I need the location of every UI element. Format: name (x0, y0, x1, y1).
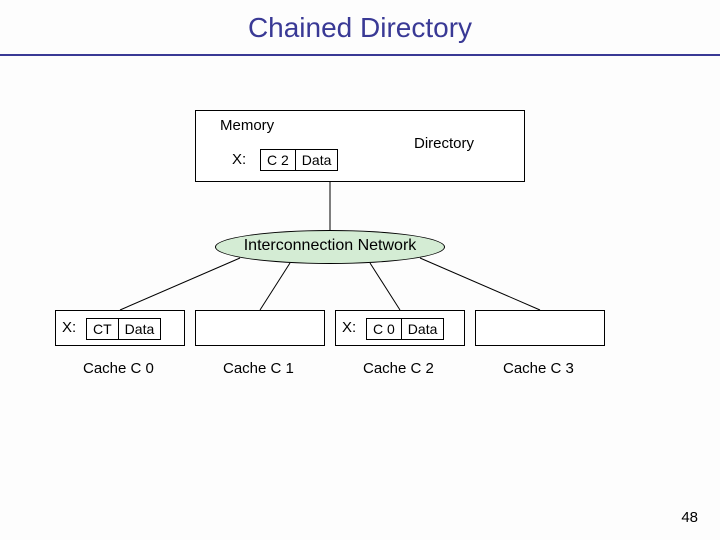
cache-box-0: X: CTData (55, 310, 185, 346)
cache0-entry-cells: CTData (86, 318, 161, 340)
cache-label-2: Cache C 2 (363, 360, 434, 377)
cache-box-2: X: C 0Data (335, 310, 465, 346)
cache2-entry-data: Data (402, 318, 445, 340)
cache-label-0: Cache C 0 (83, 360, 154, 377)
diagram-stage: Memory Directory X: C 2Data Interconnect… (0, 0, 720, 540)
memory-entry-data: Data (296, 149, 339, 171)
page-number: 48 (681, 509, 698, 526)
cache-box-1 (195, 310, 325, 346)
cache2-entry-key: X: (342, 319, 356, 336)
cache-label-1: Cache C 1 (223, 360, 294, 377)
interconnection-network: Interconnection Network (215, 230, 445, 264)
memory-heading: Memory (220, 117, 274, 134)
memory-entry-cells: C 2Data (260, 149, 338, 171)
cache-box-3 (475, 310, 605, 346)
connector-lines (0, 0, 720, 540)
memory-entry-ptr: C 2 (260, 149, 296, 171)
memory-entry-key: X: (232, 151, 246, 168)
memory-box: Memory Directory X: C 2Data (195, 110, 525, 182)
interconnection-network-label: Interconnection Network (244, 231, 417, 255)
cache-label-3: Cache C 3 (503, 360, 574, 377)
cache2-entry-ptr: C 0 (366, 318, 402, 340)
directory-label: Directory (414, 135, 474, 152)
cache0-entry-data: Data (119, 318, 162, 340)
cache0-entry-key: X: (62, 319, 76, 336)
cache2-entry-cells: C 0Data (366, 318, 444, 340)
cache0-entry-ptr: CT (86, 318, 119, 340)
